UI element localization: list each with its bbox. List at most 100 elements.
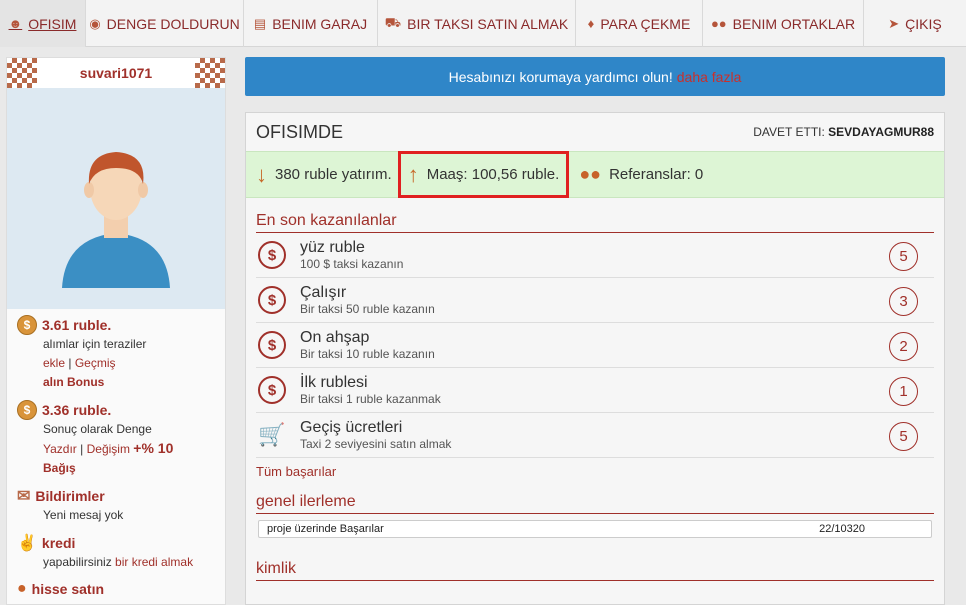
avatar <box>7 88 225 309</box>
dollar-coin-icon: $ <box>258 241 286 269</box>
achievement-text: İlk rublesi Bir taksi 1 ruble kazanmak <box>300 374 441 406</box>
balance2-title: $ 3.36 ruble. <box>17 400 215 420</box>
shares-block: ● hisse satın <box>7 574 225 600</box>
stats-bar: ↓ 380 ruble yatırım. ↑ Maaş: 100,56 rubl… <box>246 151 944 198</box>
username: suvari1071 <box>79 65 153 81</box>
nav-item-buy-taxi[interactable]: ⛟ BIR TAKSI SATIN ALMAK <box>378 0 576 47</box>
progress-label: proje üzerinde Başarılar <box>267 523 384 535</box>
coin-icon: $ <box>17 400 37 420</box>
achievement-count: 1 <box>889 377 918 406</box>
balance-title: $ 3.61 ruble. <box>17 315 215 335</box>
nav-label: PARA ÇEKME <box>600 15 691 32</box>
credit-label: kredi <box>41 535 76 551</box>
balance-block: $ 3.61 ruble. alımlar için teraziler ekl… <box>7 309 225 394</box>
notifications-title[interactable]: ✉ Bildirimler <box>17 486 215 506</box>
separator: | <box>80 442 84 456</box>
user-header: suvari1071 <box>7 58 225 88</box>
balance2-amount: 3.36 ruble. <box>42 402 112 418</box>
nav-item-garage[interactable]: ▤ BENIM GARAJ <box>244 0 378 47</box>
nav-label: ÇIKIŞ <box>905 15 942 32</box>
nav-label: BENIM GARAJ <box>272 15 368 32</box>
dollar-coin-icon: $ <box>258 331 286 359</box>
sidebar: suvari1071 $ 3.61 ruble. alımlar için te… <box>6 57 226 605</box>
group-icon: ●● <box>710 16 727 31</box>
achievement-desc: 100 $ taksi kazanın <box>300 257 404 271</box>
invited-label: DAVET ETTI: <box>753 125 825 139</box>
shares-icon: ● <box>17 580 27 597</box>
avatar-icon <box>62 152 170 288</box>
nav-item-logout[interactable]: ➤ ÇIKIŞ <box>864 0 966 47</box>
balance2-block: $ 3.36 ruble. Sonuç olarak Denge Yazdır … <box>7 394 225 480</box>
exchange-link[interactable]: Değişim <box>87 442 130 456</box>
list-item: $ Çalışır Bir taksi 50 ruble kazanın 3 <box>256 278 934 323</box>
balance-links: ekle | Geçmiş <box>43 354 215 373</box>
investment-value: 380 ruble yatırım. <box>275 166 392 183</box>
progress-value: 22/10320 <box>819 523 865 535</box>
nav-label: BIR TAKSI SATIN ALMAK <box>407 15 569 32</box>
inviter-name[interactable]: SEVDAYAGMUR88 <box>828 125 934 139</box>
investment-stat: ↓ 380 ruble yatırım. <box>256 162 392 188</box>
bonus-row: alın Bonus <box>43 373 215 392</box>
nav-item-fill-balance[interactable]: ◉ DENGE DOLDURUN <box>86 0 244 47</box>
achievement-desc: Taxi 2 seviyesini satın almak <box>300 437 452 451</box>
nav-item-withdraw[interactable]: ♦ PARA ÇEKME <box>576 0 703 47</box>
balance-text: alımlar için teraziler <box>43 337 147 351</box>
achievement-name: On ahşap <box>300 329 370 346</box>
percent-badge: +% 10 <box>133 440 174 456</box>
identity-title: kimlik <box>256 560 934 581</box>
withdraw-link[interactable]: Yazdır <box>43 442 77 456</box>
achievement-name: İlk rublesi <box>300 374 368 391</box>
cart-icon: 🛒 <box>258 422 286 447</box>
dollar-coin-icon: $ <box>258 376 286 404</box>
list-item: $ İlk rublesi Bir taksi 1 ruble kazanmak… <box>256 368 934 413</box>
achievement-desc: Bir taksi 1 ruble kazanmak <box>300 392 441 406</box>
notifications-label: Bildirimler <box>35 488 105 504</box>
panel-header: OFISIMDE DAVET ETTI: SEVDAYAGMUR88 <box>246 113 944 151</box>
balance-amount: 3.61 ruble. <box>42 317 112 333</box>
page-title: OFISIMDE <box>256 121 344 142</box>
balance2-text: Sonuç olarak Denge <box>43 422 152 436</box>
shares-title[interactable]: ● hisse satın <box>17 580 215 598</box>
achievement-name: Çalışır <box>300 284 347 301</box>
achievement-text: Çalışır Bir taksi 50 ruble kazanın <box>300 284 435 316</box>
list-item: 🛒 Geçiş ücretleri Taxi 2 seviyesini satı… <box>256 413 934 458</box>
banner-text: Hesabınızı korumaya yardımcı olun! <box>448 68 673 85</box>
achievement-count: 3 <box>889 287 918 316</box>
credit-title[interactable]: ✌ kredi <box>17 533 215 553</box>
banner-more-link[interactable]: daha fazla <box>677 69 742 85</box>
achievement-count: 5 <box>889 242 918 271</box>
achievement-count: 5 <box>889 422 918 451</box>
coin-icon: ◉ <box>89 15 101 31</box>
achievement-name: yüz ruble <box>300 239 365 256</box>
dollar-coin-icon: $ <box>258 286 286 314</box>
nav-label: DENGE DOLDURUN <box>106 15 240 32</box>
shares-label: hisse satın <box>31 581 105 597</box>
salary-value: Maaş: 100,56 ruble. <box>426 166 560 183</box>
history-link[interactable]: Geçmiş <box>75 356 116 370</box>
security-banner: Hesabınızı korumaya yardımcı olun! daha … <box>245 57 945 96</box>
car-icon: ⛟ <box>384 14 402 30</box>
get-credit-link[interactable]: bir kredi almak <box>115 555 193 569</box>
add-link[interactable]: ekle <box>43 356 65 370</box>
nav-item-office[interactable]: ☻ OFISIM <box>0 0 86 47</box>
top-navigation: ☻ OFISIM ◉ DENGE DOLDURUN ▤ BENIM GARAJ … <box>0 0 966 47</box>
person-icon: ☻ <box>8 16 23 31</box>
achievement-desc: Bir taksi 10 ruble kazanın <box>300 347 435 361</box>
achievement-desc: Bir taksi 50 ruble kazanın <box>300 302 435 316</box>
group-icon: ●● <box>579 164 602 184</box>
nav-item-partners[interactable]: ●● BENIM ORTAKLAR <box>703 0 864 47</box>
all-achievements-link[interactable]: Tüm başarılar <box>256 464 934 479</box>
achievements-title: En son kazanılanlar <box>256 212 934 233</box>
bonus-link[interactable]: alın Bonus <box>43 375 104 389</box>
referrals-stat[interactable]: ●● Referanslar: 0 <box>579 164 703 185</box>
progress-bar: proje üzerinde Başarılar 22/10320 <box>258 520 932 538</box>
checker-decoration <box>195 58 225 88</box>
coin-icon: $ <box>17 315 37 335</box>
donation-link[interactable]: Bağış <box>43 461 76 475</box>
progress-title: genel ilerleme <box>256 493 934 514</box>
nav-label: BENIM ORTAKLAR <box>732 15 856 32</box>
referrals-value: Referanslar: 0 <box>609 166 704 183</box>
achievement-text: Geçiş ücretleri Taxi 2 seviyesini satın … <box>300 419 451 451</box>
money-icon: ♦ <box>587 16 595 31</box>
checker-decoration <box>7 58 37 88</box>
